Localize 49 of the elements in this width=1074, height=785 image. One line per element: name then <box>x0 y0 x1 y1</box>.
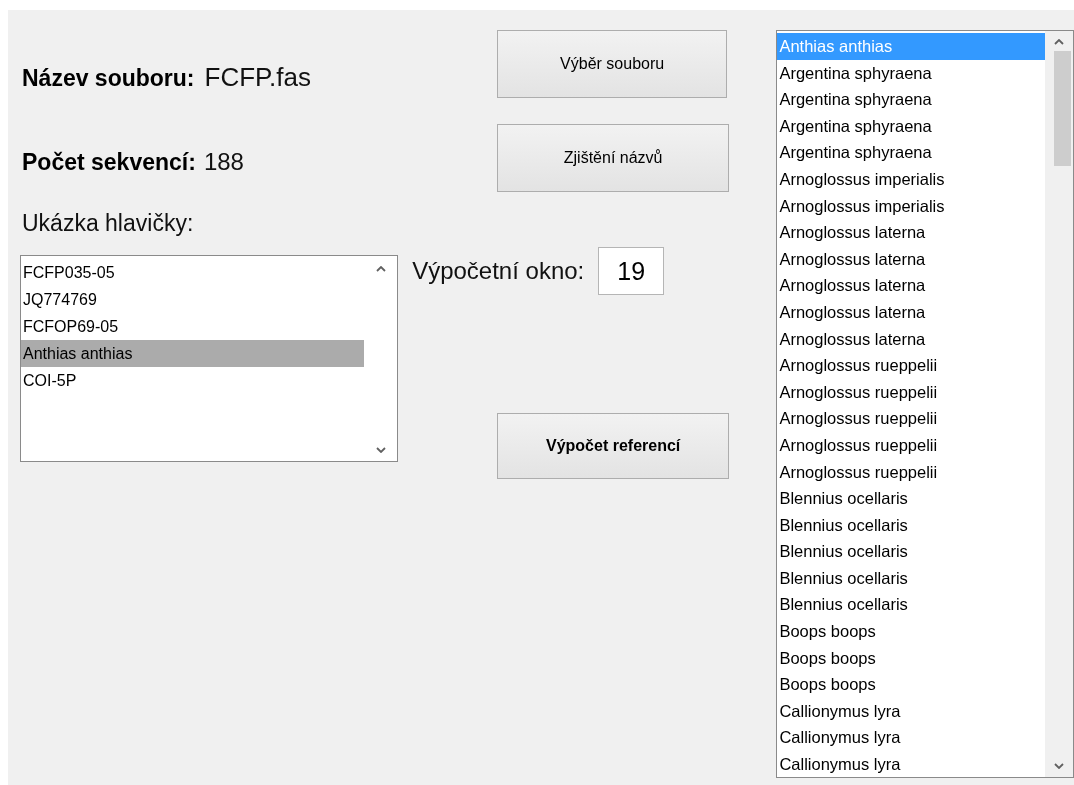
list-item[interactable]: Blennius ocellaris <box>777 538 1045 565</box>
list-item[interactable]: Arnoglossus laterna <box>777 245 1045 273</box>
file-name-label: Název souboru: <box>22 65 195 92</box>
list-item[interactable]: Arnoglossus rueppelii <box>777 458 1045 486</box>
list-item[interactable]: Boops boops <box>777 671 1045 698</box>
file-name-value: FCFP.fas <box>204 62 311 93</box>
list-item[interactable]: Arnoglossus laterna <box>777 298 1045 326</box>
list-item[interactable]: Arnoglossus rueppelii <box>777 352 1045 379</box>
window-size-field[interactable]: 19 <box>598 247 665 295</box>
list-item[interactable]: Arnoglossus imperialis <box>777 165 1045 193</box>
list-item[interactable]: Arnoglossus laterna <box>777 219 1045 246</box>
scroll-up-icon[interactable] <box>375 266 386 272</box>
list-item[interactable]: Callionymus lyra <box>777 751 1045 777</box>
sequence-count-label: Počet sekvencí: <box>22 149 196 176</box>
list-item[interactable]: Arnoglossus rueppelii <box>777 431 1045 459</box>
header-preview-list[interactable]: FCFP035-05 JQ774769 FCFOP69-05 Anthias anthias COI-5P <box>20 255 398 462</box>
header-preview-label: Ukázka hlavičky: <box>22 210 195 237</box>
list-item[interactable]: Blennius ocellaris <box>777 591 1045 619</box>
scroll-down-icon[interactable] <box>375 447 386 453</box>
list-item[interactable]: Arnoglossus laterna <box>777 272 1045 299</box>
list-item[interactable]: Blennius ocellaris <box>777 511 1045 539</box>
action-button[interactable]: Zjištění názvů <box>497 124 730 192</box>
list-item[interactable]: Argentina sphyraena <box>777 59 1045 87</box>
scroll-up-icon[interactable] <box>1054 39 1064 45</box>
list-item[interactable]: Arnoglossus rueppelii <box>777 378 1045 406</box>
action-button[interactable]: Výběr souboru <box>497 30 728 98</box>
list-item[interactable]: Argentina sphyraena <box>777 86 1045 113</box>
list-item[interactable]: Argentina sphyraena <box>777 112 1045 140</box>
list-item[interactable]: Arnoglossus rueppelii <box>777 405 1045 432</box>
list-item[interactable]: COI-5P <box>21 367 364 394</box>
list-item[interactable]: Boops boops <box>777 644 1045 672</box>
species-list[interactable] <box>776 30 1074 778</box>
list-item[interactable]: Callionymus lyra <box>777 724 1045 752</box>
list-item[interactable]: Boops boops <box>777 618 1045 645</box>
window-size-label: Výpočetní okno: <box>412 257 585 285</box>
compute-button[interactable]: Výpočet referencí <box>497 413 730 479</box>
list-item[interactable]: Arnoglossus laterna <box>777 325 1045 353</box>
list-item[interactable]: FCFP035-05 <box>21 259 364 286</box>
list-item[interactable]: Anthias anthias <box>21 340 364 367</box>
list-item[interactable]: Blennius ocellaris <box>777 564 1045 592</box>
list-item[interactable]: JQ774769 <box>21 286 364 313</box>
list-item[interactable]: Arnoglossus imperialis <box>777 192 1045 220</box>
list-item[interactable]: Callionymus lyra <box>777 697 1045 725</box>
sequence-count-value: 188 <box>203 148 244 176</box>
list-item[interactable]: Blennius ocellaris <box>777 485 1045 512</box>
list-item[interactable]: Argentina sphyraena <box>777 139 1045 166</box>
list-item[interactable]: FCFOP69-05 <box>21 313 364 340</box>
scroll-down-icon[interactable] <box>1054 763 1064 769</box>
scrollbar-thumb[interactable] <box>1053 51 1071 166</box>
